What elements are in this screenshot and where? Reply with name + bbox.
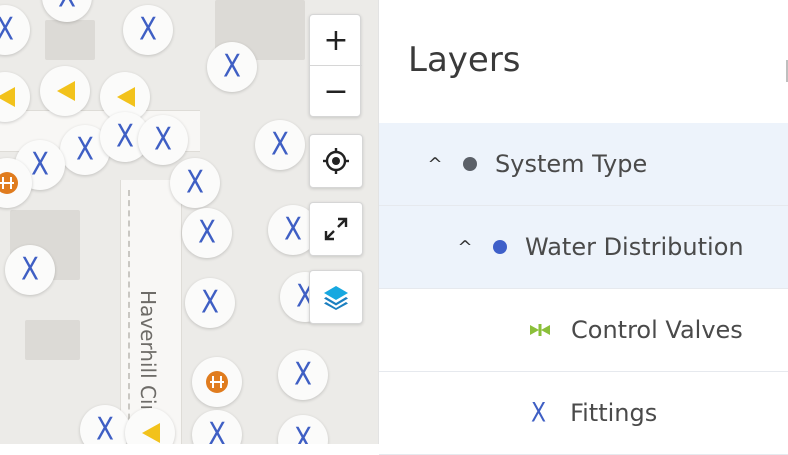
crosshair-icon <box>323 148 349 174</box>
fitting-icon: X <box>186 165 204 201</box>
map-view[interactable]: Haverhill Cir X X X X X X X X X X X X X … <box>0 0 378 444</box>
valve-marker[interactable] <box>192 357 242 407</box>
chevron-up-icon[interactable]: ^ <box>425 154 445 175</box>
hydrant-icon <box>142 423 160 443</box>
fitting-icon: X <box>294 422 312 444</box>
building <box>45 20 95 60</box>
layer-label: System Type <box>495 150 648 178</box>
status-dot <box>493 240 507 254</box>
locate-button[interactable] <box>309 134 363 188</box>
layer-row-system-type[interactable]: ^ System Type <box>379 123 788 206</box>
fitting-marker[interactable]: X <box>0 5 30 55</box>
fitting-icon: X <box>198 215 216 251</box>
status-dot <box>463 157 477 171</box>
fitting-icon: X <box>139 12 157 48</box>
hydrant-icon <box>0 87 15 107</box>
fitting-icon: X <box>294 357 312 393</box>
zoom-control: + − <box>309 14 362 117</box>
fitting-icon: X <box>208 417 226 444</box>
hydrant-icon <box>57 81 75 101</box>
fitting-marker[interactable]: X <box>207 42 257 92</box>
fitting-marker[interactable]: X <box>278 415 328 444</box>
fitting-icon: X <box>223 49 241 85</box>
fitting-marker[interactable]: X <box>185 278 235 328</box>
fullscreen-button[interactable] <box>309 202 363 256</box>
zoom-in-button[interactable]: + <box>310 15 362 65</box>
hydrant-marker[interactable] <box>40 66 90 116</box>
building <box>25 320 80 360</box>
fitting-icon: X <box>271 127 289 163</box>
fitting-icon: X <box>0 14 14 45</box>
fitting-icon: X <box>201 285 219 321</box>
street-label: Haverhill Cir <box>136 290 160 413</box>
control-valve-icon <box>530 324 550 336</box>
layer-label: Control Valves <box>571 316 743 344</box>
fitting-icon: X <box>154 122 172 158</box>
fitting-marker[interactable]: X <box>192 410 242 444</box>
fitting-icon: X <box>31 147 49 183</box>
fitting-icon: X <box>116 119 134 155</box>
layer-label: Fittings <box>570 399 658 427</box>
zoom-out-button[interactable]: − <box>310 65 362 116</box>
chevron-up-icon[interactable]: ^ <box>455 237 475 258</box>
fitting-marker[interactable]: X <box>42 0 92 22</box>
map-controls: + − <box>309 14 363 324</box>
layer-row-control-valves[interactable]: Control Valves <box>379 289 788 372</box>
fitting-marker[interactable]: X <box>170 158 220 208</box>
fitting-icon: X <box>21 252 39 288</box>
fitting-icon: X <box>58 0 76 13</box>
fitting-marker[interactable]: X <box>123 5 173 55</box>
valve-icon <box>0 172 18 194</box>
path-line <box>128 190 130 440</box>
layers-icon <box>324 286 348 310</box>
layer-row-water-distribution[interactable]: ^ Water Distribution <box>379 206 788 289</box>
panel-title: Layers <box>408 40 521 80</box>
layer-row-fittings[interactable]: X Fittings <box>379 372 788 455</box>
fitting-marker[interactable]: X <box>255 120 305 170</box>
layers-toggle-button[interactable] <box>309 270 363 324</box>
fitting-icon: X <box>531 398 547 428</box>
fitting-marker[interactable]: X <box>5 245 55 295</box>
layer-label: Water Distribution <box>525 233 744 261</box>
fitting-marker[interactable]: X <box>138 115 188 165</box>
expand-icon <box>324 217 348 241</box>
fitting-marker[interactable]: X <box>182 208 232 258</box>
fitting-icon: X <box>76 132 94 168</box>
fitting-marker[interactable]: X <box>278 350 328 400</box>
layers-panel: Layers ^ System Type ^ Water Distributio… <box>378 0 788 455</box>
fitting-icon: X <box>284 212 302 248</box>
hydrant-icon <box>117 87 135 107</box>
fitting-icon: X <box>96 412 114 444</box>
valve-icon <box>206 371 228 393</box>
